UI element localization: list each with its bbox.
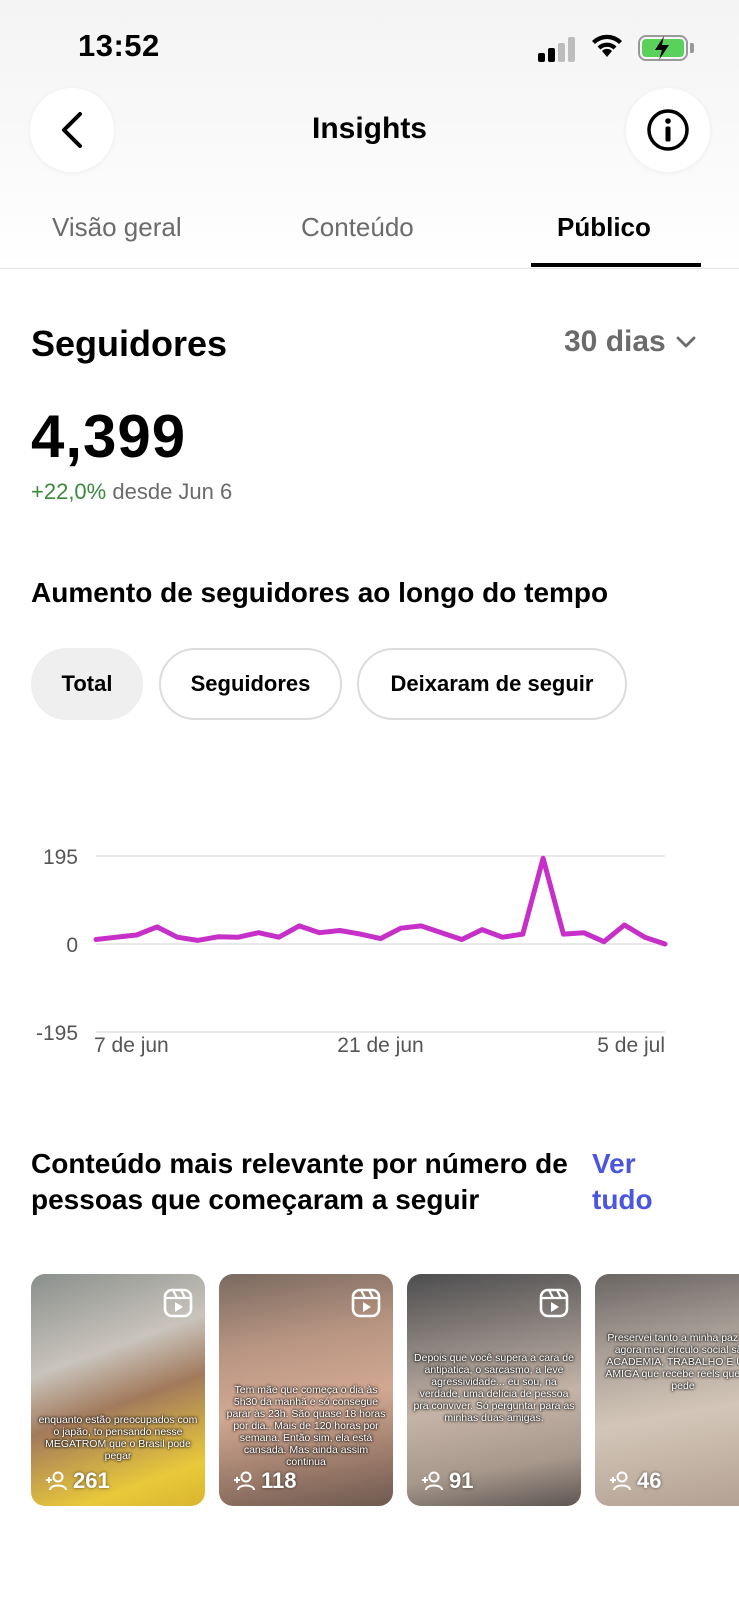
reels-icon (539, 1288, 569, 1318)
content-thumbnail-4[interactable]: Preservei tanto a minha paz que agora me… (595, 1274, 739, 1506)
tab-publico[interactable]: Público (557, 212, 651, 243)
filter-followers-button[interactable]: Seguidores (159, 648, 342, 720)
followers-title: Seguidores (31, 323, 228, 364)
period-label: 30 dias (564, 325, 666, 358)
content-thumbnail-1[interactable]: enquanto estão preocupados com o japão, … (31, 1274, 205, 1506)
filter-unfollowed-button[interactable]: Deixaram de seguir (357, 648, 627, 720)
y-tick-label: -195 (36, 1022, 78, 1045)
chart-series-line (93, 855, 668, 947)
reels-icon (163, 1288, 193, 1318)
tab-visao-geral[interactable]: Visão geral (52, 212, 182, 243)
followers-total: 4,399 (31, 403, 187, 470)
see-all-link[interactable]: Ver tudo (592, 1146, 702, 1218)
tab-conteudo[interactable]: Conteúdo (301, 212, 414, 243)
count-value: 261 (73, 1468, 110, 1493)
thumbnail-caption: Tem mãe que começa o dia às 5h30 da manh… (226, 1384, 386, 1468)
tabs-divider (0, 268, 739, 269)
new-followers-count: 46 (609, 1468, 661, 1494)
count-value: 91 (449, 1468, 474, 1493)
content-thumbnail-3[interactable]: Depois que você supera a cara de antipat… (407, 1274, 581, 1506)
x-tick-label: 7 de jun (94, 1034, 169, 1057)
followers-change: +22,0% desde Jun 6 (31, 479, 232, 505)
content-thumbnail-2[interactable]: Tem mãe que começa o dia às 5h30 da manh… (219, 1274, 393, 1506)
y-tick-label: 195 (43, 846, 78, 869)
x-tick-label: 21 de jun (337, 1034, 423, 1057)
followers-growth-chart: 195 0 -195 7 de jun 21 de jun 5 de jul (36, 846, 668, 1057)
thumbnail-caption: enquanto estão preocupados com o japão, … (38, 1414, 198, 1462)
change-since: desde Jun 6 (112, 479, 233, 504)
period-selector[interactable]: 30 dias (564, 325, 696, 359)
new-followers-count: 118 (233, 1468, 297, 1494)
wifi-icon (592, 34, 622, 57)
reels-icon (351, 1288, 381, 1318)
count-value: 46 (637, 1468, 662, 1493)
thumbnail-caption: Depois que você supera a cara de antipat… (413, 1352, 575, 1424)
add-person-icon (234, 1471, 255, 1491)
info-button[interactable] (626, 88, 710, 172)
battery-cap (690, 43, 694, 53)
battery-icon (638, 35, 688, 61)
cellular-signal-icon (538, 36, 578, 62)
growth-heading: Aumento de seguidores ao longo do tempo (31, 577, 609, 608)
x-tick-label: 5 de jul (597, 1034, 665, 1057)
add-person-icon (610, 1471, 631, 1491)
chevron-down-icon (676, 336, 696, 348)
status-time: 13:52 (78, 28, 160, 63)
y-tick-label: 0 (66, 934, 78, 957)
new-followers-count: 91 (421, 1468, 473, 1494)
info-icon (647, 109, 689, 151)
active-tab-indicator (531, 263, 701, 267)
add-person-icon (46, 1471, 67, 1491)
change-percent: +22,0% (31, 479, 107, 504)
top-content-heading: Conteúdo mais relevante por número de pe… (31, 1148, 568, 1215)
thumbnail-caption: Preservei tanto a minha paz que agora me… (605, 1332, 739, 1392)
new-followers-count: 261 (45, 1468, 110, 1494)
filter-total-button[interactable]: Total (31, 648, 143, 720)
add-person-icon (422, 1471, 443, 1491)
count-value: 118 (261, 1468, 297, 1493)
